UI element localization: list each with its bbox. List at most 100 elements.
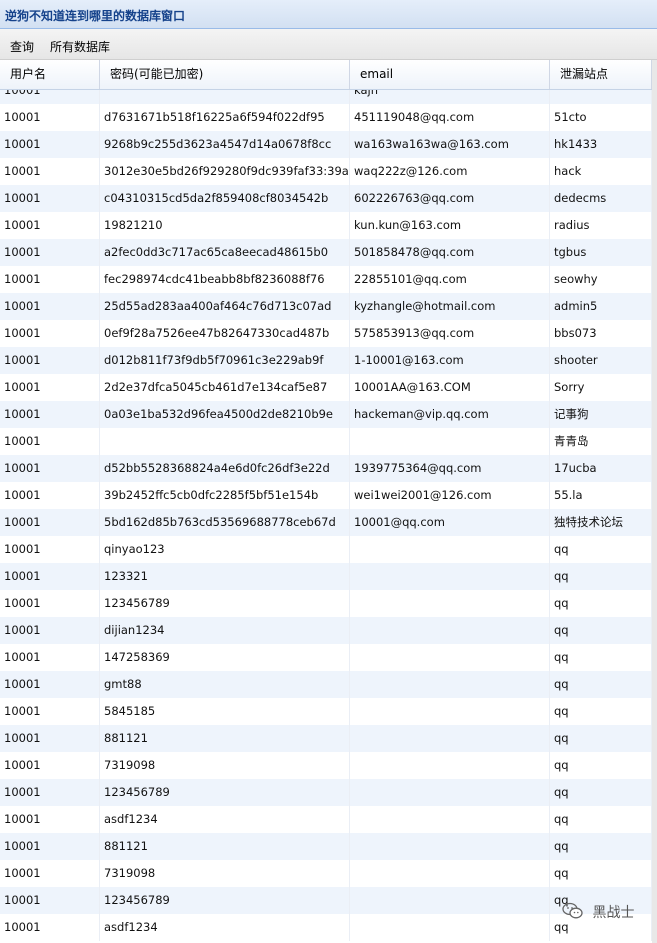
table-row[interactable]: 10001 39b2452ffc5cb0dfc2285f5bf51e154b wei…	[0, 482, 652, 509]
leak-site-cell: qq	[550, 860, 652, 887]
email-cell	[350, 860, 550, 887]
email-cell: waq222z@126.com	[350, 158, 550, 185]
table-row[interactable]: 10001 881121 qq	[0, 725, 652, 752]
email-cell: 575853913@qq.com	[350, 320, 550, 347]
password-cell: asdf1234	[100, 914, 350, 941]
email-cell	[350, 806, 550, 833]
table-row[interactable]: 10001 青青岛	[0, 428, 652, 455]
column-header-password[interactable]: 密码(可能已加密)	[100, 60, 350, 89]
window-title: 逆狗不知道连到哪里的数据库窗口	[5, 9, 186, 23]
email-cell	[350, 617, 550, 644]
password-cell: gmt88	[100, 671, 350, 698]
vertical-scrollbar[interactable]	[652, 60, 657, 943]
password-cell: 123321	[100, 563, 350, 590]
password-cell: 123456789	[100, 779, 350, 806]
username-cell: 10001	[0, 590, 100, 617]
watermark: 黑战士	[562, 902, 634, 926]
table-row[interactable]: 10001 0ef9f28a7526ee47b82647330cad487b 575…	[0, 320, 652, 347]
table-row[interactable]: 10001 d52bb5528368824a4e6d0fc26df3e22d 193…	[0, 455, 652, 482]
table-row[interactable]: 10001 7319098 qq	[0, 752, 652, 779]
table-row[interactable]: 10001 fec298974cdc41beabb8bf8236088f76 228…	[0, 266, 652, 293]
leak-site-cell: 记事狗	[550, 401, 652, 428]
password-cell: d52bb5528368824a4e6d0fc26df3e22d	[100, 455, 350, 482]
email-cell: 10001@qq.com	[350, 509, 550, 536]
leak-site-cell: bbs073	[550, 320, 652, 347]
table-row[interactable]: 10001 c04310315cd5da2f859408cf8034542b 602…	[0, 185, 652, 212]
email-cell: kajn	[350, 90, 550, 104]
table-row[interactable]: 10001 123456789 qq	[0, 779, 652, 806]
table-row[interactable]: 10001 123456789 qq	[0, 887, 652, 914]
email-cell	[350, 536, 550, 563]
table-row[interactable]: 10001 3012e30e5bd26f929280f9dc939faf33:39…	[0, 158, 652, 185]
table-row[interactable]: 10001 d012b811f73f9db5f70961c3e229ab9f 1-1…	[0, 347, 652, 374]
table-row[interactable]: 10001 7319098 qq	[0, 860, 652, 887]
username-cell: 10001	[0, 104, 100, 131]
leak-site-cell: seowhy	[550, 266, 652, 293]
username-cell: 10001	[0, 158, 100, 185]
table-row[interactable]: 10001 19821210 kun.kun@163.com radius	[0, 212, 652, 239]
leak-site-cell: qq	[550, 779, 652, 806]
table-row[interactable]: 10001 25d55ad283aa400af464c76d713c07ad kyz…	[0, 293, 652, 320]
table-row[interactable]: 10001 147258369 qq	[0, 644, 652, 671]
username-cell: 10001	[0, 482, 100, 509]
table-row[interactable]: 10001 qinyao123 qq	[0, 536, 652, 563]
email-cell: wei1wei2001@126.com	[350, 482, 550, 509]
table-row[interactable]: 10001 asdf1234 qq	[0, 914, 652, 941]
leak-site-cell: 51cto	[550, 104, 652, 131]
email-cell	[350, 563, 550, 590]
email-cell: 501858478@qq.com	[350, 239, 550, 266]
username-cell: 10001	[0, 914, 100, 941]
email-cell: 602226763@qq.com	[350, 185, 550, 212]
username-cell: 10001	[0, 725, 100, 752]
column-header-username[interactable]: 用户名	[0, 60, 100, 89]
password-cell: 7319098	[100, 752, 350, 779]
username-cell: 10001	[0, 860, 100, 887]
leak-site-cell: qq	[550, 590, 652, 617]
table-row[interactable]: 10001 asdf1234 qq	[0, 806, 652, 833]
password-cell: 123456789	[100, 590, 350, 617]
password-cell: 123456789	[100, 887, 350, 914]
leak-site-cell: hack	[550, 158, 652, 185]
table-row[interactable]: 10001 9268b9c255d3623a4547d14a0678f8cc wa1…	[0, 131, 652, 158]
table-row[interactable]: 10001 2d2e37dfca5045cb461d7e134caf5e87 100…	[0, 374, 652, 401]
table-row[interactable]: 10001 123321 qq	[0, 563, 652, 590]
leak-site-cell: qq	[550, 698, 652, 725]
username-cell: 10001	[0, 131, 100, 158]
password-cell: 19821210	[100, 212, 350, 239]
grid-rows: 10001 kajn 10001 d7631671b518f16225a6f594f0…	[0, 90, 652, 941]
table-row[interactable]: 10001 0a03e1ba532d96fea4500d2de8210b9e hac…	[0, 401, 652, 428]
password-cell: 881121	[100, 833, 350, 860]
email-cell	[350, 644, 550, 671]
all-databases-button[interactable]: 所有数据库	[50, 38, 110, 55]
table-row[interactable]: 10001 5845185 qq	[0, 698, 652, 725]
username-cell: 10001	[0, 90, 100, 104]
email-cell	[350, 833, 550, 860]
column-header-leak-site[interactable]: 泄漏站点	[550, 60, 652, 89]
password-cell: fec298974cdc41beabb8bf8236088f76	[100, 266, 350, 293]
table-row[interactable]: 10001 5bd162d85b763cd53569688778ceb67d 100…	[0, 509, 652, 536]
email-cell	[350, 671, 550, 698]
table-row[interactable]: 10001 dijian1234 qq	[0, 617, 652, 644]
table-row[interactable]: 10001 gmt88 qq	[0, 671, 652, 698]
username-cell: 10001	[0, 509, 100, 536]
leak-site-cell: qq	[550, 536, 652, 563]
email-cell: kun.kun@163.com	[350, 212, 550, 239]
password-cell: dijian1234	[100, 617, 350, 644]
column-header-email[interactable]: email	[350, 60, 550, 89]
email-cell: 1939775364@qq.com	[350, 455, 550, 482]
email-cell: 22855101@qq.com	[350, 266, 550, 293]
password-cell: c04310315cd5da2f859408cf8034542b	[100, 185, 350, 212]
username-cell: 10001	[0, 401, 100, 428]
window-titlebar: 逆狗不知道连到哪里的数据库窗口	[0, 0, 657, 29]
password-cell: 147258369	[100, 644, 350, 671]
table-row[interactable]: 10001 kajn	[0, 90, 652, 104]
table-row[interactable]: 10001 d7631671b518f16225a6f594f022df95 451…	[0, 104, 652, 131]
table-row[interactable]: 10001 123456789 qq	[0, 590, 652, 617]
table-row[interactable]: 10001 881121 qq	[0, 833, 652, 860]
email-cell	[350, 914, 550, 941]
query-button[interactable]: 查询	[10, 38, 34, 55]
table-row[interactable]: 10001 a2fec0dd3c717ac65ca8eecad48615b0 501…	[0, 239, 652, 266]
leak-site-cell: qq	[550, 752, 652, 779]
wechat-icon	[562, 902, 584, 924]
grid-body[interactable]: 10001 kajn 10001 d7631671b518f16225a6f594f0…	[0, 90, 652, 943]
